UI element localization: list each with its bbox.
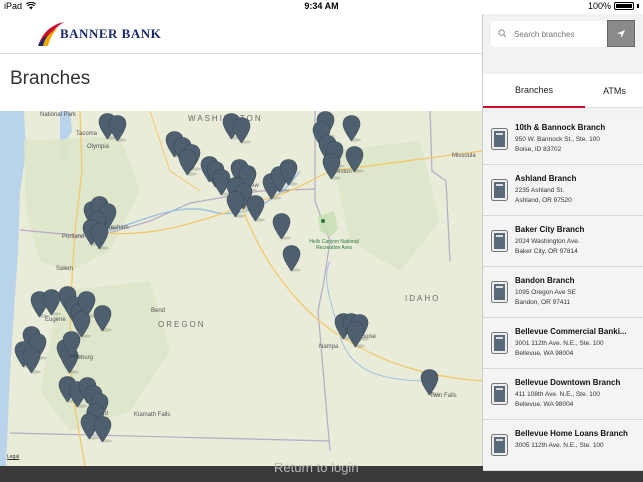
branch-address-line2: Boise, ID 83702 xyxy=(515,146,562,153)
map-label-nampa: Nampa xyxy=(319,344,339,350)
branch-icon xyxy=(491,128,508,150)
branch-icon xyxy=(491,230,508,252)
branch-address-line1: 2024 Washington Ave. xyxy=(515,238,580,245)
tab-atms[interactable]: ATMs xyxy=(585,74,643,108)
status-time: 9:34 AM xyxy=(304,1,339,11)
map-label-salem: Salem xyxy=(56,266,74,272)
branch-pin[interactable] xyxy=(279,159,298,186)
search-input[interactable] xyxy=(514,26,604,42)
branch-address-line1: 3001 112th Ave. N.E., Ste. 100 xyxy=(515,340,604,347)
state-label-idaho: IDAHO xyxy=(405,294,441,303)
branch-icon xyxy=(491,332,508,354)
branch-address: 3005 112th Ave. N.E., Ste. 100 xyxy=(515,441,604,451)
battery-percent: 100% xyxy=(587,1,611,11)
map-label-bend: Bend xyxy=(151,308,166,314)
branch-address-line1: 950 W. Bannock St., Ste. 100 xyxy=(515,136,600,143)
branch-list-item[interactable]: Bellevue Downtown Branch 411 108th Ave. N… xyxy=(483,369,643,420)
branch-pin[interactable] xyxy=(108,115,127,142)
map-label-olympia: Olympia xyxy=(87,144,110,150)
map-label-hells-canyon: Hells Canyon National Recreation Area xyxy=(309,239,359,251)
branch-address-line1: 1095 Oregon Ave SE xyxy=(515,289,576,296)
search-box[interactable] xyxy=(491,21,608,47)
branch-name: Ashland Branch xyxy=(515,174,577,183)
branch-pin[interactable] xyxy=(342,115,361,142)
logo-text: BANNER BANK xyxy=(60,26,162,41)
branch-address: 2235 Ashland St. Ashland, OR 97520 xyxy=(515,186,572,206)
branch-pin[interactable] xyxy=(22,347,41,374)
branch-address: 1095 Oregon Ave SE Bandon, OR 97411 xyxy=(515,288,576,308)
branch-pin[interactable] xyxy=(232,117,251,144)
branch-name: Bandon Branch xyxy=(515,276,575,285)
branch-icon xyxy=(491,383,508,405)
panel-tabs: Branches ATMs xyxy=(483,74,643,108)
branch-icon xyxy=(491,179,508,201)
branch-address-line1: 3005 112th Ave. N.E., Ste. 100 xyxy=(515,442,604,449)
branch-name: Bellevue Home Loans Branch xyxy=(515,429,628,438)
banner-bank-logo[interactable]: BANNER BANK xyxy=(36,20,161,48)
legal-link[interactable]: Legal xyxy=(7,454,19,460)
branch-icon xyxy=(491,434,508,456)
map-label-missoula: Missoula xyxy=(452,153,476,159)
branch-icon xyxy=(491,281,508,303)
status-right: 100% xyxy=(588,1,639,11)
branch-address-line2: Ashland, OR 97520 xyxy=(515,197,572,204)
state-label-oregon: OREGON xyxy=(158,320,206,329)
page-title: Branches xyxy=(10,68,91,89)
branch-pin[interactable] xyxy=(322,153,341,180)
branch-pin[interactable] xyxy=(420,369,439,396)
status-bar: iPad 9:34 AM 100% xyxy=(0,0,643,14)
return-to-login-button[interactable]: Return to login xyxy=(274,460,359,475)
branch-address-line1: 2235 Ashland St. xyxy=(515,187,565,194)
branch-pin[interactable] xyxy=(62,331,81,358)
branch-address-line2: Bellevue, WA 98004 xyxy=(515,401,574,408)
branch-pin[interactable] xyxy=(226,191,245,218)
map-label-tacoma: Tacoma xyxy=(76,131,98,137)
branch-list-item[interactable]: Bellevue Commercial Banki... 3001 112th A… xyxy=(483,318,643,369)
branch-address: 411 108th Ave. N.E., Ste. 100 Bellevue, W… xyxy=(515,390,600,410)
branch-name: Baker City Branch xyxy=(515,225,585,234)
branch-name: Bellevue Commercial Banki... xyxy=(515,327,627,336)
branch-list-item[interactable]: Ashland Branch 2235 Ashland St. Ashland, O… xyxy=(483,165,643,216)
tab-branches[interactable]: Branches xyxy=(483,74,585,108)
battery-icon xyxy=(614,2,634,10)
branch-panel: Branches ATMs 10th & Bannock Branch 950 W… xyxy=(482,14,643,471)
branch-pin[interactable] xyxy=(345,146,364,173)
branch-address: 2024 Washington Ave. Baker City, OR 97814 xyxy=(515,237,580,257)
locate-me-button[interactable] xyxy=(607,20,635,47)
branch-address-line2: Bandon, OR 97411 xyxy=(515,299,571,306)
branch-list-item[interactable]: Bellevue Home Loans Branch 3005 112th Ave… xyxy=(483,420,643,471)
branch-pin[interactable] xyxy=(346,321,365,348)
map-label-klamath: Klamath Falls xyxy=(134,412,171,418)
branch-pin[interactable] xyxy=(93,416,112,443)
location-arrow-icon xyxy=(617,29,625,38)
map-label-national-park: National Park xyxy=(40,112,77,118)
branch-address-line1: 411 108th Ave. N.E., Ste. 100 xyxy=(515,391,601,398)
branch-list-item[interactable]: Bandon Branch 1095 Oregon Ave SE Bandon, O… xyxy=(483,267,643,318)
branch-list: 10th & Bannock Branch 950 W. Bannock St.,… xyxy=(483,114,643,471)
branch-name: 10th & Bannock Branch xyxy=(515,123,606,132)
branch-pin[interactable] xyxy=(178,149,197,176)
branch-pin[interactable] xyxy=(93,305,112,332)
branch-map[interactable]: WASHINGTON OREGON IDAHO National Park Ta… xyxy=(0,111,482,466)
branch-address-line2: Bellevue, WA 98004 xyxy=(515,350,574,357)
branch-list-item[interactable]: Baker City Branch 2024 Washington Ave. Bak… xyxy=(483,216,643,267)
branch-name: Bellevue Downtown Branch xyxy=(515,378,621,387)
branch-address: 3001 112th Ave. N.E., Ste. 100 Bellevue, … xyxy=(515,339,604,359)
app-header: BANNER BANK xyxy=(0,14,482,54)
map-label-portland: Portland xyxy=(62,234,85,240)
search-icon xyxy=(498,29,507,38)
branch-pin[interactable] xyxy=(282,245,301,272)
branch-address: 950 W. Bannock St., Ste. 100 Boise, ID 83… xyxy=(515,135,600,155)
branch-list-item[interactable]: 10th & Bannock Branch 950 W. Bannock St.,… xyxy=(483,114,643,165)
branch-pin[interactable] xyxy=(272,213,291,240)
battery-tip xyxy=(637,4,639,8)
branch-pin[interactable] xyxy=(90,223,109,250)
branch-address-line2: Baker City, OR 97814 xyxy=(515,248,578,255)
